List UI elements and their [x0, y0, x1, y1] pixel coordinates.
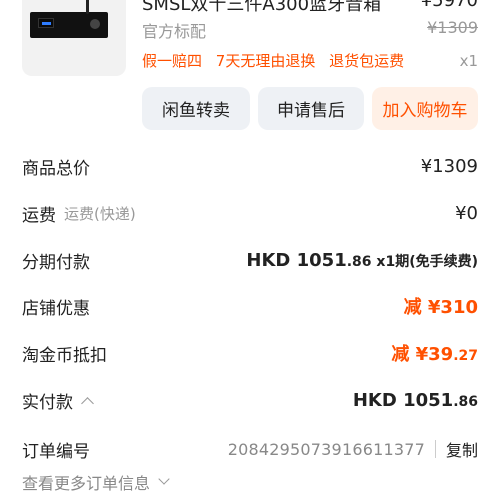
divider: [434, 440, 436, 458]
shipping-value: ¥0: [455, 202, 478, 224]
row-shop-discount: 店铺优惠 减 ¥310: [22, 291, 478, 321]
coin-deduction-label: 淘金币抵扣: [22, 345, 107, 366]
order-actions: 闲鱼转卖 申请售后 加入购物车: [0, 87, 500, 131]
row-shipping: 运费 运费(快递) ¥0: [22, 198, 478, 228]
service-tags: 假一赔四 7天无理由退换 退货包运费: [142, 50, 413, 71]
row-coin-deduction: 淘金币抵扣 减 ¥39.27: [22, 338, 478, 368]
apply-aftersale-button[interactable]: 申请售后: [258, 87, 364, 130]
product-spec: 官方标配: [142, 22, 207, 41]
row-total: 商品总价 ¥1309: [22, 151, 478, 181]
view-more-label: 查看更多订单信息: [22, 474, 151, 493]
amplifier-image: [30, 12, 108, 38]
add-to-cart-button[interactable]: 加入购物车: [372, 87, 478, 130]
coin-deduction-value: 减 ¥39.27: [391, 340, 478, 366]
installment-suffix: x1期(免手续费): [371, 253, 478, 270]
paid-currency: HKD: [352, 389, 404, 411]
copy-button[interactable]: 复制: [446, 437, 478, 461]
tag-7day-return: 7天无理由退换: [215, 52, 316, 70]
row-installment: 分期付款 HKD 1051.86 x1期(免手续费): [22, 245, 478, 275]
product-quantity: x1: [459, 52, 478, 70]
chevron-down-icon: [158, 473, 170, 485]
shipping-sublabel: 运费(快递): [64, 204, 136, 223]
coin-deduction-main: 减 ¥39: [391, 344, 454, 365]
installment-value: HKD 1051.86 x1期(免手续费): [246, 250, 478, 271]
resale-button[interactable]: 闲鱼转卖: [142, 87, 250, 130]
product-list-price: ¥1309: [427, 18, 478, 37]
tag-fake-compensation: 假一赔四: [142, 52, 203, 70]
row-paid[interactable]: 实付款 HKD 1051.86: [22, 385, 478, 415]
product-card[interactable]: SMSL双十三件A300蓝牙音箱 ¥5970 官方标配 ¥1309 假一赔四 7…: [0, 0, 500, 82]
device-knob: [90, 19, 100, 29]
paid-value: HKD 1051.86: [353, 390, 478, 411]
chevron-up-icon[interactable]: [81, 396, 94, 410]
coin-deduction-dec: .27: [453, 348, 478, 364]
device-antenna: [86, 0, 89, 14]
installment-int: 1051: [296, 249, 347, 271]
total-label: 商品总价: [22, 158, 90, 179]
paid-int: 1051: [403, 389, 454, 411]
total-value: ¥1309: [420, 155, 478, 177]
order-number: 2084295073916611377: [227, 439, 425, 459]
row-order-number: 订单编号 2084295073916611377 复制: [22, 434, 478, 464]
paid-label: 实付款: [22, 392, 73, 413]
shop-discount-value: 减 ¥310: [403, 297, 478, 318]
product-thumbnail[interactable]: [22, 0, 126, 76]
product-title[interactable]: SMSL双十三件A300蓝牙音箱: [142, 0, 381, 16]
installment-currency: HKD: [246, 249, 297, 271]
view-more-order-info[interactable]: 查看更多订单信息: [22, 470, 170, 494]
product-original-price: ¥5970: [420, 0, 478, 11]
installment-dec: .86: [346, 253, 372, 270]
paid-dec: .86: [453, 393, 478, 410]
shop-discount-label: 店铺优惠: [22, 298, 90, 319]
shipping-label: 运费: [22, 205, 56, 226]
tag-return-shipping: 退货包运费: [329, 52, 405, 70]
device-display: [38, 18, 54, 28]
installment-label: 分期付款: [22, 252, 90, 273]
order-number-label: 订单编号: [22, 441, 90, 462]
